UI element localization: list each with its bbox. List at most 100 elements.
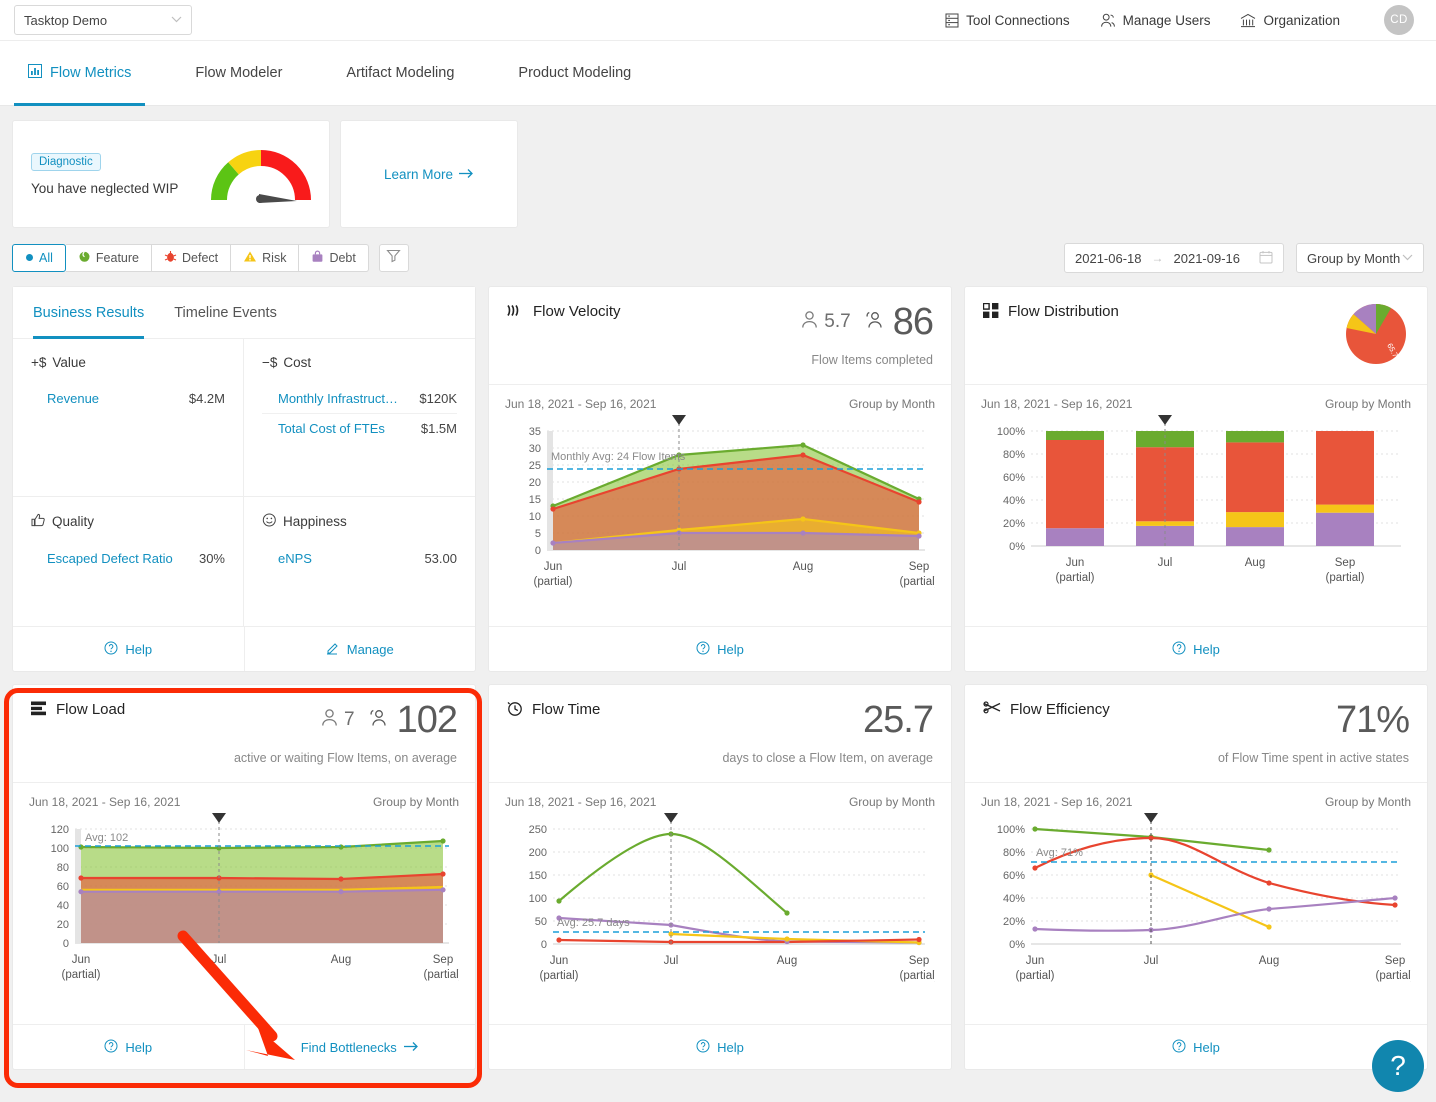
nav-label: Organization <box>1263 12 1340 28</box>
avatar[interactable]: CD <box>1384 5 1414 35</box>
risk-icon <box>243 250 257 266</box>
card-title-label: Flow Velocity <box>533 303 621 320</box>
org-selector[interactable]: Tasktop Demo <box>14 5 192 35</box>
learn-more-card[interactable]: Learn More <box>340 120 518 228</box>
tab-label: Flow Metrics <box>50 65 132 81</box>
filter-bar: All Feature Defect Risk Debt 2021-06-18 … <box>12 243 1424 273</box>
card-footer: Help <box>965 626 1427 671</box>
card-header: Flow Load 7 102 active or waiting Flow I… <box>13 685 475 783</box>
svg-text:0%: 0% <box>1009 541 1025 553</box>
svg-text:Sep: Sep <box>909 955 929 967</box>
card-subtitle: active or waiting Flow Items, on average <box>233 751 457 765</box>
quadrant-title-label: Quality <box>52 514 95 529</box>
tab-flow-metrics[interactable]: Flow Metrics <box>14 40 146 106</box>
chart-annotation: Avg: 102 <box>85 832 128 844</box>
help-button[interactable]: Help <box>965 1025 1427 1069</box>
card-footer: Help <box>965 1024 1427 1069</box>
filter-pill-feature[interactable]: Feature <box>65 244 152 272</box>
nav-organization[interactable]: Organization <box>1240 13 1340 28</box>
group-by-selector[interactable]: Group by Month <box>1296 243 1424 273</box>
efficiency-icon <box>983 701 1001 718</box>
card-title-label: Flow Load <box>56 701 126 718</box>
tab-timeline-events[interactable]: Timeline Events <box>174 287 277 339</box>
minus-dollar-icon: −$ <box>262 355 278 370</box>
person-icon <box>321 708 338 732</box>
metric-label[interactable]: eNPS <box>278 551 312 566</box>
metric-row: Revenue $4.2M <box>31 384 225 413</box>
metric-label[interactable]: Escaped Defect Ratio <box>47 551 173 566</box>
filter-pill-defect[interactable]: Defect <box>152 244 232 272</box>
metric-label[interactable]: Revenue <box>47 391 99 406</box>
distribution-pie-chart: 65.7% <box>1343 301 1409 372</box>
defect-icon <box>164 250 177 266</box>
filter-pill-debt[interactable]: Debt <box>299 244 369 272</box>
tab-flow-modeler[interactable]: Flow Modeler <box>181 40 296 106</box>
metric-label[interactable]: Monthly Infrastruct… <box>278 391 398 406</box>
help-button[interactable]: Help <box>489 627 951 671</box>
svg-text:20: 20 <box>57 919 69 931</box>
footer-label: Help <box>1193 641 1220 657</box>
svg-text:0: 0 <box>63 938 69 950</box>
footer-label: Manage <box>346 641 394 657</box>
chart-group-by: Group by Month <box>1324 795 1411 809</box>
footer-label: Help <box>125 1039 153 1055</box>
pencil-icon <box>326 641 340 658</box>
card-chart: Jun 18, 2021 - Sep 16, 2021 Group by Mon… <box>965 385 1427 626</box>
filter-icon-button[interactable] <box>378 244 409 272</box>
stat-big: 25.7 <box>863 699 934 741</box>
tab-label: Product Modeling <box>518 65 632 81</box>
svg-text:0%: 0% <box>1009 939 1025 951</box>
nav-manage-users[interactable]: Manage Users <box>1100 13 1210 28</box>
help-button[interactable]: Help <box>13 627 244 671</box>
flow-velocity-card: Flow Velocity 5.7 86 Flow Items complete… <box>488 286 952 672</box>
filter-pill-label: Defect <box>182 251 219 265</box>
tab-business-results[interactable]: Business Results <box>33 287 145 339</box>
metric-value: $120K <box>419 391 457 406</box>
svg-text:250: 250 <box>529 824 547 836</box>
svg-text:(partial): (partial) <box>1056 572 1095 584</box>
dashboard-root: Tasktop Demo Tool Connections Manage Use… <box>0 0 1436 1102</box>
date-range-picker[interactable]: 2021-06-18 → 2021-09-16 <box>1064 243 1284 273</box>
nav-tool-connections[interactable]: Tool Connections <box>945 13 1070 28</box>
quadrant-happiness: Happiness eNPS 53.00 <box>244 497 475 626</box>
svg-text:Aug: Aug <box>793 561 813 573</box>
help-button[interactable]: Help <box>13 1025 244 1069</box>
help-button[interactable]: Help <box>489 1025 951 1069</box>
tab-label: Artifact Modeling <box>346 65 455 81</box>
svg-text:150: 150 <box>529 870 547 882</box>
velocity-icon <box>507 303 524 322</box>
date-range-arrow-icon: → <box>1151 251 1164 265</box>
help-button[interactable]: Help <box>965 627 1427 671</box>
diagnostic-message: You have neglected WIP <box>31 181 179 196</box>
diagnostic-row: Diagnostic You have neglected WIP Learn … <box>12 120 1424 228</box>
tab-product-modeling[interactable]: Product Modeling <box>504 40 645 106</box>
card-title: Flow Distribution <box>982 302 1119 384</box>
stat-small: 7 <box>344 709 355 730</box>
chart-group-by: Group by Month <box>1324 397 1411 411</box>
svg-text:Jun: Jun <box>550 955 569 967</box>
filter-pill-risk[interactable]: Risk <box>231 244 300 272</box>
find-bottlenecks-button[interactable]: Find Bottlenecks <box>243 1025 476 1069</box>
filter-pill-all[interactable]: All <box>12 244 66 272</box>
tab-label: Flow Modeler <box>195 65 283 81</box>
card-header: Flow Time 25.7 days to close a Flow Item… <box>489 685 951 783</box>
tab-artifact-modeling[interactable]: Artifact Modeling <box>332 40 468 106</box>
manage-button[interactable]: Manage <box>243 627 476 671</box>
stat-small: 5.7 <box>824 311 851 332</box>
footer-label: Find Bottlenecks <box>300 1039 397 1055</box>
footer-label: Help <box>1193 1039 1220 1055</box>
business-results-body: +$ Value Revenue $4.2M −$ Cost Monthly I… <box>13 339 475 626</box>
learn-more-link[interactable]: Learn More <box>384 167 474 182</box>
help-fab-button[interactable]: ? <box>1372 1040 1424 1092</box>
svg-text:60: 60 <box>57 881 69 893</box>
business-results-footer: Help Manage <box>13 626 475 671</box>
metric-label[interactable]: Total Cost of FTEs <box>278 421 385 436</box>
flow-distribution-card: Flow Distribution 65.7% Jun 18, 2021 - S… <box>964 286 1428 672</box>
quadrant-title-label: Cost <box>283 355 312 370</box>
metric-row: Escaped Defect Ratio 30% <box>31 544 225 573</box>
svg-text:Jul: Jul <box>664 955 679 967</box>
svg-text:100: 100 <box>529 893 547 905</box>
footer-label: Help <box>717 1039 744 1055</box>
card-chart: Jun 18, 2021 - Sep 16, 2021 Group by Mon… <box>489 385 951 626</box>
help-icon <box>696 1039 710 1056</box>
